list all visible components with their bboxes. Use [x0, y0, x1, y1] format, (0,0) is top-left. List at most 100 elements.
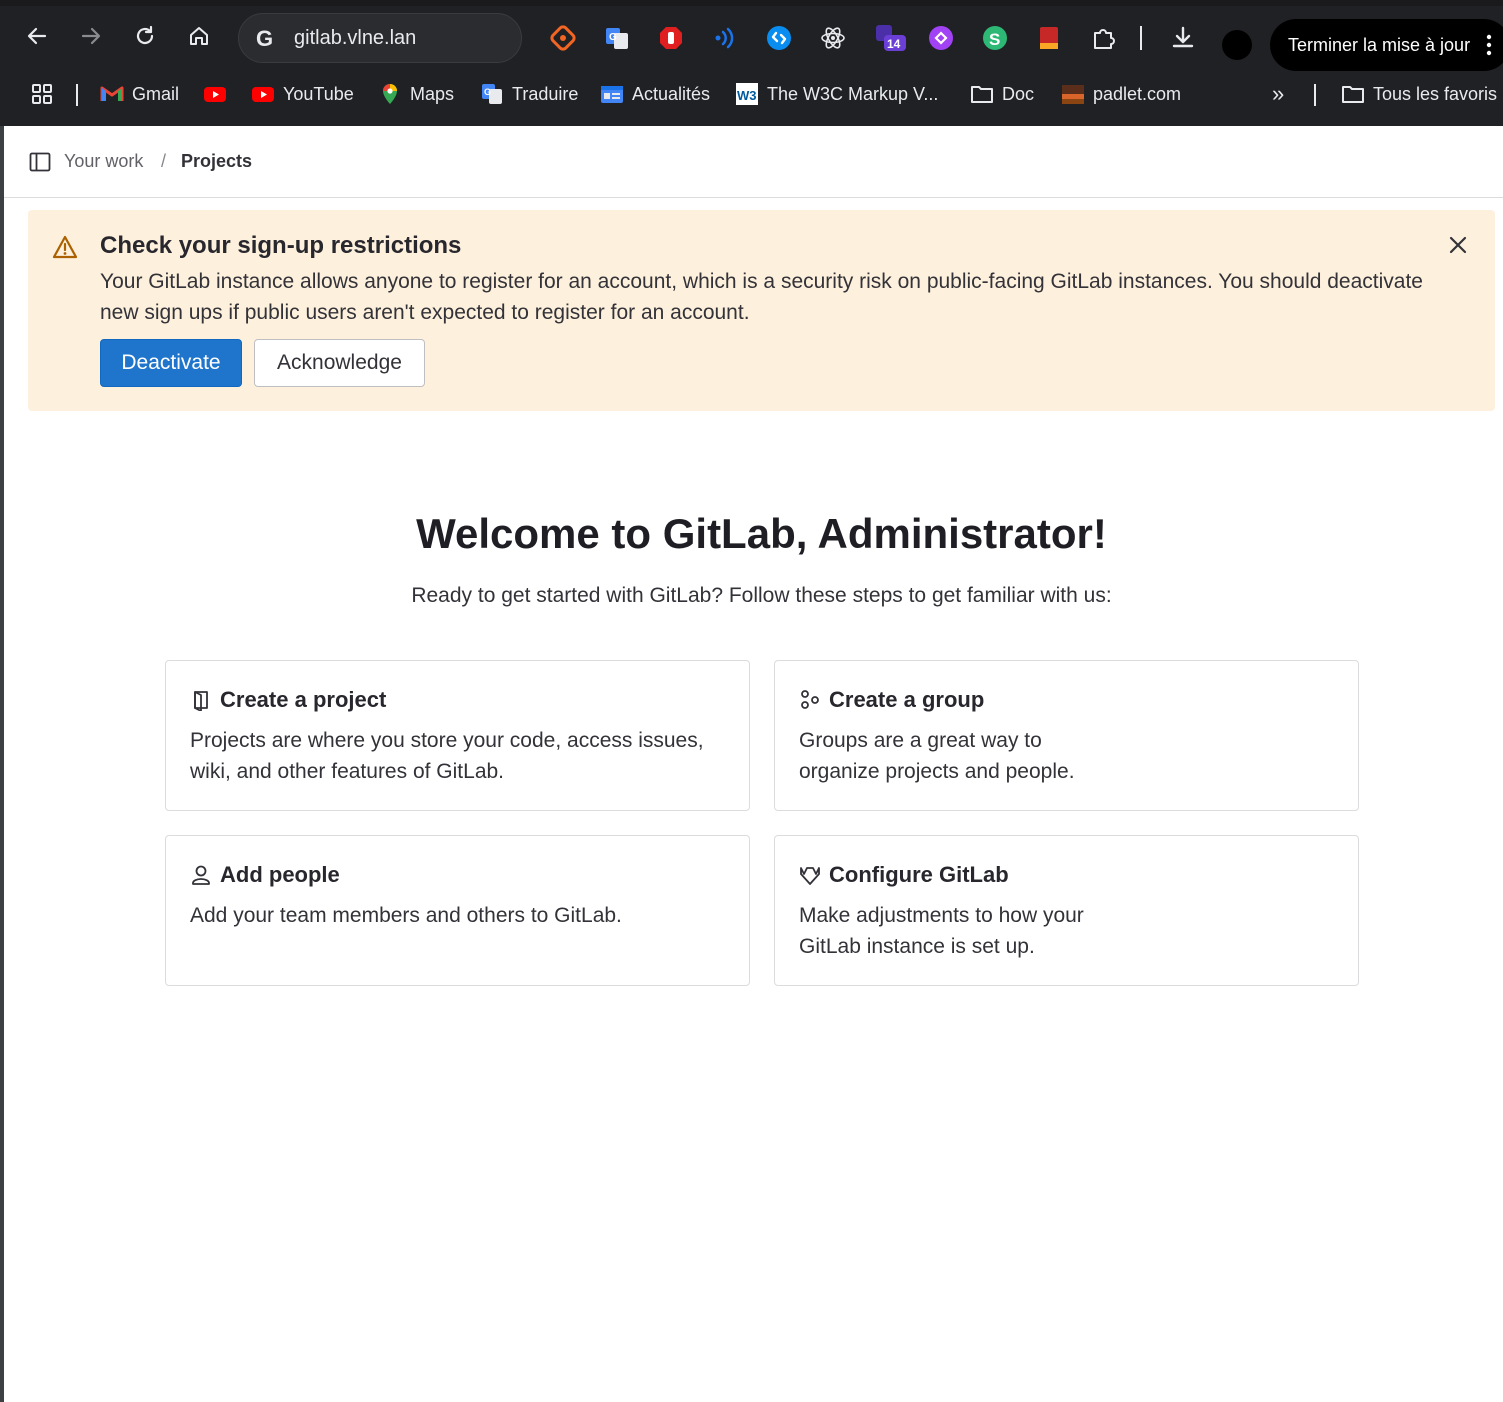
card-description: Projects are where you store your code, …: [190, 729, 704, 783]
bookmark-folder-doc[interactable]: Doc: [970, 80, 1034, 108]
folder-icon: [1341, 82, 1365, 106]
bookmark-youtube[interactable]: YouTube: [251, 80, 354, 108]
close-icon[interactable]: [1447, 234, 1469, 256]
breadcrumb-projects[interactable]: Projects: [181, 151, 252, 172]
bookmark-label: padlet.com: [1093, 83, 1182, 104]
sidebar-toggle-icon[interactable]: [28, 150, 52, 174]
all-bookmarks-folder[interactable]: Tous les favoris: [1341, 80, 1497, 108]
card-heading: Configure GitLab: [799, 862, 1009, 888]
back-button[interactable]: [21, 20, 53, 52]
card-description: Make adjustments to how your GitLab inst…: [799, 904, 1084, 958]
bookmarks-divider: [76, 84, 78, 106]
card-title: Add people: [220, 862, 340, 887]
acknowledge-button[interactable]: Acknowledge: [254, 339, 425, 387]
card-title: Create a group: [829, 687, 985, 712]
extension-badge-count: 14: [887, 37, 901, 51]
bookmark-label: Doc: [1002, 83, 1035, 104]
translate-icon: G: [480, 82, 504, 106]
svg-text:W3: W3: [737, 88, 757, 103]
apps-grid-icon: [30, 82, 54, 106]
deactivate-button[interactable]: Deactivate: [100, 339, 242, 387]
bookmark-label: YouTube: [283, 83, 354, 104]
welcome-subtitle: Ready to get started with GitLab? Follow…: [411, 584, 1112, 607]
react-devtools-icon[interactable]: [820, 25, 846, 51]
project-icon: [194, 691, 208, 711]
bookmark-label: Maps: [410, 83, 455, 104]
bookmark-label: Traduire: [512, 83, 579, 104]
maps-icon: [378, 82, 402, 106]
folder-icon: [970, 82, 994, 106]
card-description: Groups are a great way to organize proje…: [799, 729, 1075, 783]
configure-gitlab-card[interactable]: Configure GitLab Make adjustments to how…: [774, 835, 1359, 986]
breadcrumb-separator: /: [161, 151, 167, 171]
signup-restrictions-alert: Check your sign-up restrictions Your Git…: [28, 210, 1495, 411]
downloads-icon[interactable]: [1170, 25, 1196, 51]
create-group-card[interactable]: Create a group Groups are a great way to…: [774, 660, 1359, 811]
add-people-card[interactable]: Add people Add your team members and oth…: [165, 835, 750, 986]
bookmark-label: Gmail: [132, 83, 180, 104]
w3c-icon: W3: [735, 82, 759, 106]
gmail-icon: [100, 82, 124, 106]
google-icon: G: [256, 26, 273, 50]
bookmark-traduire[interactable]: G Traduire: [480, 80, 578, 108]
shazam-extension-icon[interactable]: [766, 25, 792, 51]
extension-red-book-icon[interactable]: [1036, 25, 1062, 51]
warning-icon: [52, 235, 78, 259]
bookmark-label: The W3C Markup V...: [767, 83, 939, 104]
bookmark-padlet[interactable]: padlet.com: [1061, 80, 1181, 108]
url-text: gitlab.vlne.lan: [294, 27, 417, 49]
tanuki-icon: [800, 867, 820, 885]
address-bar[interactable]: G gitlab.vlne.lan: [238, 13, 522, 63]
gitlab-page: Your work / Projects Check your sign-up …: [4, 126, 1503, 1402]
adblock-extension-icon[interactable]: [658, 25, 684, 51]
bookmarks-overflow-button[interactable]: »: [1272, 80, 1284, 108]
more-vertical-icon: [1486, 34, 1492, 56]
home-icon: [190, 27, 208, 45]
profile-avatar[interactable]: [1222, 30, 1252, 60]
card-heading: Create a project: [190, 687, 386, 713]
svg-text:G: G: [256, 26, 273, 50]
breadcrumb-your-work[interactable]: Your work: [64, 151, 143, 172]
bookmarks-divider: [1314, 84, 1316, 106]
chevron-double-right-icon: »: [1272, 81, 1285, 106]
reload-button[interactable]: [129, 20, 161, 52]
extension-purple-icon[interactable]: [928, 25, 954, 51]
bookmarks-bar: Gmail YouTube Maps G Traduire Actualités…: [0, 72, 1503, 116]
update-button[interactable]: Terminer la mise à jour: [1270, 19, 1503, 71]
alert-title: Check your sign-up restrictions: [100, 232, 462, 259]
card-heading: Add people: [190, 862, 340, 888]
bookmark-gmail[interactable]: Gmail: [100, 80, 179, 108]
wave-extension-icon[interactable]: [712, 25, 738, 51]
create-project-card[interactable]: Create a project Projects are where you …: [165, 660, 750, 811]
user-icon: [192, 865, 210, 885]
bookmark-maps[interactable]: Maps: [378, 80, 454, 108]
padlet-icon: [1061, 82, 1085, 106]
svg-text:G: G: [609, 32, 617, 43]
bookmark-label: Tous les favoris: [1373, 83, 1498, 104]
breadcrumb: Your work / Projects: [4, 126, 1503, 198]
card-description: Add your team members and others to GitL…: [190, 904, 622, 927]
welcome-title: Welcome to GitLab, Administrator!: [416, 510, 1107, 557]
browser-toolbar: G gitlab.vlne.lan G 14 S Terminer la mis…: [0, 6, 1503, 71]
reload-icon: [136, 25, 154, 45]
toolbar-divider: [1140, 26, 1142, 50]
group-icon: [801, 690, 819, 709]
extension-badge-icon[interactable]: 14: [874, 25, 908, 51]
bookmark-actualites[interactable]: Actualités: [600, 80, 710, 108]
bookmark-w3c[interactable]: W3 The W3C Markup V...: [735, 80, 938, 108]
extension-orange-icon[interactable]: [550, 25, 576, 51]
home-button[interactable]: [183, 20, 215, 52]
back-arrow-icon: [27, 27, 47, 45]
bookmark-youtube-icon-only[interactable]: [203, 80, 227, 108]
card-title: Configure GitLab: [829, 862, 1009, 887]
google-translate-extension-icon[interactable]: G: [604, 25, 630, 51]
youtube-icon: [251, 82, 275, 106]
svg-text:G: G: [484, 87, 491, 97]
forward-button[interactable]: [75, 20, 107, 52]
extensions-puzzle-icon[interactable]: [1090, 25, 1116, 51]
apps-button[interactable]: [30, 80, 54, 108]
card-title: Create a project: [220, 687, 387, 712]
bookmark-label: Actualités: [632, 83, 711, 104]
extension-green-s-icon[interactable]: S: [982, 25, 1008, 51]
update-label: Terminer la mise à jour: [1288, 34, 1471, 55]
